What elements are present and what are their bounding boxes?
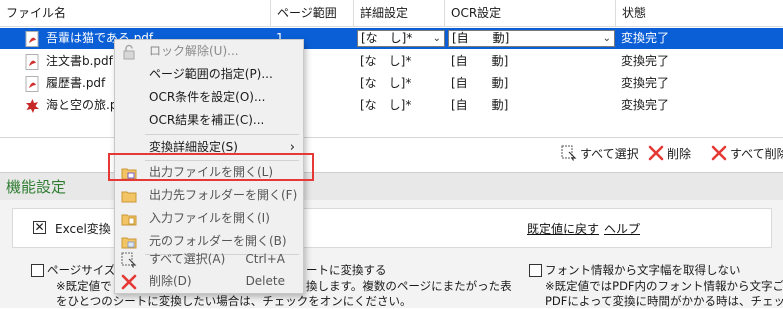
cell-filename: 海と空の旅.pdf bbox=[46, 98, 114, 112]
menu-label: すべて選択(A) bbox=[149, 252, 226, 266]
highlight-box bbox=[108, 153, 314, 181]
menu-label: 削除(D) bbox=[149, 274, 192, 288]
menu-item-open-input-file[interactable]: 入力ファイルを開く(I) bbox=[115, 207, 303, 230]
menu-item-ocr-settings[interactable]: OCR条件を設定(O)... bbox=[115, 86, 303, 109]
cell-status: 変換完了 bbox=[621, 54, 670, 68]
menu-label: ロック解除(U)... bbox=[149, 44, 239, 58]
font-width-desc-2: PDFによって変換に時間がかかる時は、チェックを bbox=[545, 294, 783, 308]
menu-label: ページ範囲の指定(P)... bbox=[149, 67, 273, 81]
cell-filename: 注文書b.pdf bbox=[46, 54, 113, 68]
reset-default-link[interactable]: 既定値に戻す bbox=[527, 220, 599, 237]
delete-all-label: すべて削除 bbox=[730, 147, 783, 161]
cell-detail: [な し]* bbox=[360, 98, 412, 112]
font-width-checkbox[interactable] bbox=[529, 264, 542, 277]
pdf-special-icon bbox=[26, 99, 39, 113]
menu-shortcut: Ctrl+A bbox=[245, 252, 285, 266]
menu-item-ocr-correct[interactable]: OCR結果を補正(C)... bbox=[115, 109, 303, 132]
cell-status: 変換完了 bbox=[621, 76, 670, 90]
menu-shortcut: Delete bbox=[245, 274, 285, 288]
page-size-label-cont: ートに変換する bbox=[306, 263, 387, 277]
ocr-dropdown[interactable]: [自 動] ⌄ bbox=[448, 30, 615, 47]
table-header: ファイル名 ページ範囲 詳細設定 OCR設定 状態 bbox=[0, 0, 783, 27]
delete-all-icon bbox=[711, 145, 727, 161]
feature-panel-title: 機能設定 bbox=[6, 178, 67, 196]
cell-detail: [な し]* bbox=[360, 76, 412, 90]
pdf-icon bbox=[25, 31, 39, 47]
menu-separator bbox=[145, 134, 299, 135]
col-header-detail[interactable]: 詳細設定 bbox=[354, 0, 445, 27]
cell-status: 変換完了 bbox=[621, 31, 670, 45]
cell-ocr: [自 動] bbox=[451, 54, 509, 68]
input-file-icon bbox=[121, 214, 137, 226]
font-width-desc: ※既定値ではPDF内のフォント情報から文字ご bbox=[545, 279, 783, 293]
select-all-icon bbox=[561, 145, 577, 161]
ocr-dropdown-value: [自 動] bbox=[452, 31, 510, 45]
pdf-icon bbox=[25, 76, 39, 92]
excel-checkbox[interactable]: ✕ bbox=[33, 221, 46, 234]
font-width-label: フォント情報から文字幅を取得しない bbox=[545, 263, 741, 277]
menu-label: OCR条件を設定(O)... bbox=[149, 90, 266, 104]
cell-detail: [な し]* bbox=[360, 54, 412, 68]
output-folder-icon bbox=[121, 191, 137, 203]
delete-x-icon bbox=[648, 145, 664, 161]
menu-label: 入力ファイルを開く(I) bbox=[149, 211, 270, 225]
detail-dropdown-value: [な し]* bbox=[361, 31, 413, 45]
chevron-down-icon: ⌄ bbox=[602, 33, 611, 44]
delete-icon bbox=[121, 274, 137, 290]
detail-dropdown[interactable]: [な し]* ⌄ bbox=[357, 30, 445, 47]
col-header-pages[interactable]: ページ範囲 bbox=[271, 0, 354, 27]
help-link[interactable]: ヘルプ bbox=[604, 220, 640, 237]
menu-item-unlock[interactable]: ロック解除(U)... bbox=[115, 40, 303, 63]
menu-item-delete[interactable]: 削除(D) Delete bbox=[115, 270, 303, 293]
menu-item-page-range[interactable]: ページ範囲の指定(P)... bbox=[115, 63, 303, 86]
cell-status: 変換完了 bbox=[621, 98, 670, 112]
menu-label: OCR結果を補正(C)... bbox=[149, 113, 265, 127]
page-size-desc-2: をひとつのシートに変換したい場合は、チェックをオンにください。 bbox=[56, 294, 412, 308]
chevron-down-icon: ⌄ bbox=[432, 33, 441, 44]
menu-label: 出力先フォルダーを開く(F) bbox=[149, 188, 298, 202]
delete-label: 削除 bbox=[667, 147, 692, 161]
col-header-filename[interactable]: ファイル名 bbox=[0, 0, 271, 27]
select-all-icon bbox=[121, 252, 137, 268]
select-all-button[interactable]: すべて選択 bbox=[561, 144, 639, 164]
excel-label: Excel変換 bbox=[55, 222, 111, 236]
page-size-desc: ※既定値で bbox=[56, 279, 112, 293]
menu-item-open-output-folder[interactable]: 出力先フォルダーを開く(F) bbox=[115, 184, 303, 207]
page-size-desc-cont: 換します。複数のページにまたがった表 bbox=[306, 279, 512, 293]
select-all-label: すべて選択 bbox=[580, 147, 639, 161]
pdf-icon bbox=[25, 54, 39, 70]
cell-filename: 履歴書.pdf bbox=[46, 76, 106, 90]
col-header-ocr[interactable]: OCR設定 bbox=[445, 0, 616, 27]
cell-ocr: [自 動] bbox=[451, 98, 509, 112]
delete-all-button[interactable]: すべて削除 bbox=[711, 144, 783, 164]
col-header-status[interactable]: 状態 bbox=[616, 0, 783, 27]
page-size-checkbox[interactable] bbox=[31, 264, 44, 277]
delete-button[interactable]: 削除 bbox=[648, 144, 691, 164]
lock-icon bbox=[123, 44, 135, 60]
cell-ocr: [自 動] bbox=[451, 76, 509, 90]
menu-item-select-all[interactable]: すべて選択(A) Ctrl+A bbox=[115, 248, 303, 271]
